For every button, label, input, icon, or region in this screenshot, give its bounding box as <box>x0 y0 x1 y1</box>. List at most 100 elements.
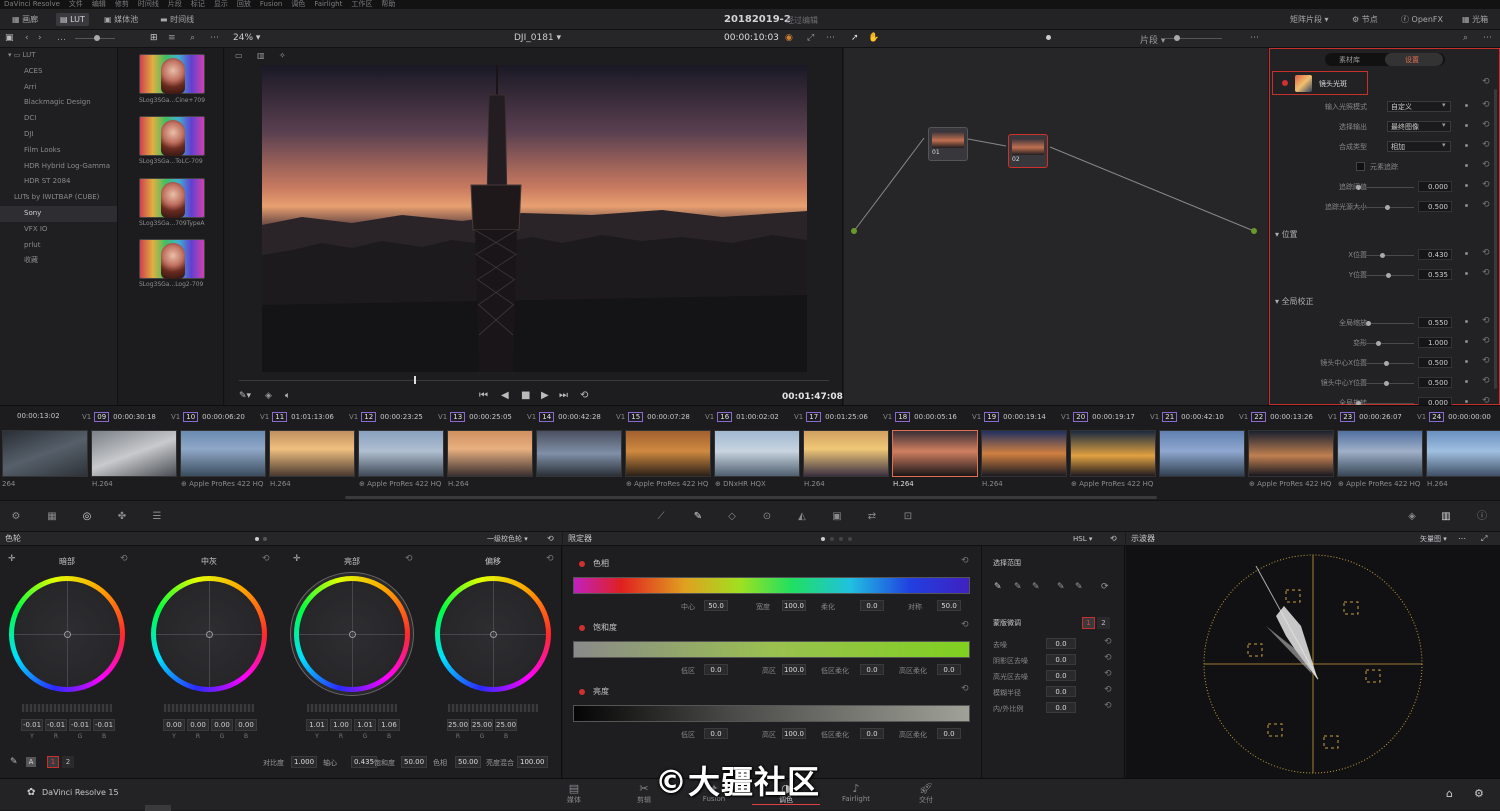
clip-thumbnail[interactable] <box>1070 430 1156 477</box>
matte-value[interactable]: 0.0 <box>1046 654 1076 665</box>
wheel-dial[interactable] <box>164 704 254 712</box>
wheels-mode-select[interactable]: 一级校色轮 ▾ <box>487 532 528 546</box>
feather-plus-icon[interactable]: ✎ <box>1075 582 1083 592</box>
slider-track[interactable] <box>1356 187 1414 188</box>
menu-item[interactable]: 工作区 <box>351 0 372 9</box>
openfx-button[interactable]: ⓕ OpenFX <box>1401 13 1443 26</box>
auto-icon[interactable]: A <box>26 757 36 767</box>
key-icon[interactable]: ⇄ <box>866 511 878 523</box>
section-global-correction[interactable]: ▾ 全局校正 <box>1275 296 1314 307</box>
page-dot[interactable] <box>848 537 852 541</box>
page-dot[interactable] <box>255 537 259 541</box>
wheels-page-2[interactable]: 2 <box>62 756 74 768</box>
lut-folder[interactable]: Blackmagic Design <box>0 95 117 111</box>
value-field[interactable]: 0.000 <box>1418 181 1452 192</box>
split-screen-icon[interactable]: ▥ <box>257 51 265 60</box>
3d-icon[interactable]: ◈ <box>1406 511 1418 523</box>
scopes-icon[interactable]: ▥ <box>1440 511 1452 523</box>
keyframe-dot[interactable] <box>1465 320 1468 323</box>
menu-item[interactable]: 片段 <box>168 0 182 9</box>
param-value[interactable]: 100.0 <box>782 664 806 675</box>
qualifier-icon[interactable]: ✎ <box>692 511 704 523</box>
reset-icon[interactable]: ⟲ <box>1104 669 1112 679</box>
keyframe-dot[interactable] <box>1465 272 1468 275</box>
menu-item[interactable]: Fairlight <box>314 0 342 9</box>
clip-thumbnail[interactable] <box>981 430 1067 477</box>
matte-page-1[interactable]: 1 <box>1082 617 1095 629</box>
lut-folder[interactable]: DCI <box>0 111 117 127</box>
nodes-button[interactable]: ⚙ 节点 <box>1352 13 1378 26</box>
checkbox[interactable] <box>1356 162 1365 171</box>
scope-options-icon[interactable]: ⋯ <box>1458 532 1466 546</box>
color-wheel[interactable] <box>435 576 551 692</box>
viewer-options-icon[interactable]: ⋯ <box>826 33 835 43</box>
qualifier-mode-select[interactable]: HSL ▾ <box>1073 532 1092 546</box>
media-pool-button[interactable]: ▣ 媒体池 <box>104 13 138 26</box>
menu-item[interactable]: DaVinci Resolve <box>4 0 60 9</box>
scope-mode-select[interactable]: 矢量图 ▾ <box>1420 532 1447 546</box>
value-field[interactable]: 0.535 <box>1418 269 1452 280</box>
wheel-reset-icon[interactable]: ⟲ <box>120 554 128 564</box>
keyframe-dot[interactable] <box>1465 164 1468 167</box>
wheel-dial[interactable] <box>448 704 538 712</box>
param-value[interactable]: 0.0 <box>704 728 728 739</box>
wheel-value[interactable]: 0.00 <box>211 719 233 731</box>
effect-header[interactable]: 镜头光斑 <box>1272 71 1368 95</box>
page-tab[interactable]: 🚀︎ 交付 <box>909 783 943 805</box>
section-reset-icon[interactable]: ⟲ <box>961 620 969 630</box>
page-dot[interactable] <box>830 537 834 541</box>
reset-icon[interactable]: ⟲ <box>1482 248 1490 258</box>
menu-item[interactable]: 标记 <box>191 0 205 9</box>
reset-icon[interactable]: ⟲ <box>1482 120 1490 130</box>
play-reverse-icon[interactable]: ◀ <box>501 390 509 401</box>
lut-folder[interactable]: Arri <box>0 80 117 96</box>
clip-thumbnail[interactable] <box>1159 430 1245 477</box>
color-picker-icon[interactable]: ◉ <box>785 33 793 43</box>
matte-page-2[interactable]: 2 <box>1097 617 1110 629</box>
reset-icon[interactable]: ⟲ <box>1104 701 1112 711</box>
keyframe-dot[interactable] <box>1465 204 1468 207</box>
wheel-value[interactable]: 0.00 <box>187 719 209 731</box>
reset-icon[interactable]: ⟲ <box>1482 140 1490 150</box>
blur-icon[interactable]: ▣ <box>831 511 843 523</box>
motion-effects-icon[interactable]: ☰ <box>151 511 163 523</box>
lut-folder[interactable]: Sony <box>0 205 117 222</box>
wheels-reset-icon[interactable]: ⟲ <box>547 532 554 546</box>
slider-knob[interactable] <box>1376 341 1381 346</box>
magic-mask-icon[interactable]: ◭ <box>796 511 808 523</box>
node-mode-select[interactable]: 片段 ▾ <box>1140 33 1165 46</box>
node-zoom-slider[interactable] <box>1162 38 1222 39</box>
menu-item[interactable]: 时间线 <box>138 0 159 9</box>
slider-knob[interactable] <box>1380 253 1385 258</box>
param-value[interactable]: 0.0 <box>937 664 961 675</box>
value-field[interactable]: 1.000 <box>1418 337 1452 348</box>
lut-folder[interactable]: HDR Hybrid Log-Gamma <box>0 159 117 175</box>
lut-folder[interactable]: HDR ST 2084 <box>0 174 117 190</box>
reset-icon[interactable]: ⟲ <box>1482 200 1490 210</box>
curves-icon[interactable]: ⟋ <box>655 511 667 523</box>
clip-thumbnail[interactable] <box>358 430 444 477</box>
lut-folder[interactable]: Film Looks <box>0 143 117 159</box>
info-icon[interactable]: ⓘ <box>1476 511 1488 523</box>
pick-minus-icon[interactable]: ✎ <box>1014 582 1022 592</box>
qualifier-reset-icon[interactable]: ⟲ <box>1110 532 1117 546</box>
tracker-icon[interactable]: ⊙ <box>761 511 773 523</box>
wheel-value[interactable]: -0.01 <box>21 719 43 731</box>
clip-thumbnail[interactable] <box>91 430 177 477</box>
wheel-reset-icon[interactable]: ⟲ <box>262 554 270 564</box>
audio-icon[interactable]: 🔈︎ <box>285 391 290 401</box>
invert-icon[interactable]: ⟳ <box>1101 582 1109 592</box>
inspector-options-icon[interactable]: ⋯ <box>1483 33 1492 43</box>
slider-knob[interactable] <box>1366 321 1371 326</box>
menu-item[interactable]: 帮助 <box>381 0 395 9</box>
menu-item[interactable]: 回放 <box>237 0 251 9</box>
color-wheel[interactable] <box>294 576 410 692</box>
param-value[interactable]: 100.0 <box>782 600 806 611</box>
node-options-icon[interactable]: ⋯ <box>1250 33 1259 43</box>
wheel-value[interactable]: -0.01 <box>93 719 115 731</box>
clip-thumbnail[interactable] <box>447 430 533 477</box>
inspector-search-icon[interactable]: ⌕ <box>1463 33 1468 43</box>
page-dot[interactable] <box>839 537 843 541</box>
timeline-button[interactable]: ▬ 时间线 <box>160 13 194 26</box>
menu-item[interactable]: 编辑 <box>92 0 106 9</box>
